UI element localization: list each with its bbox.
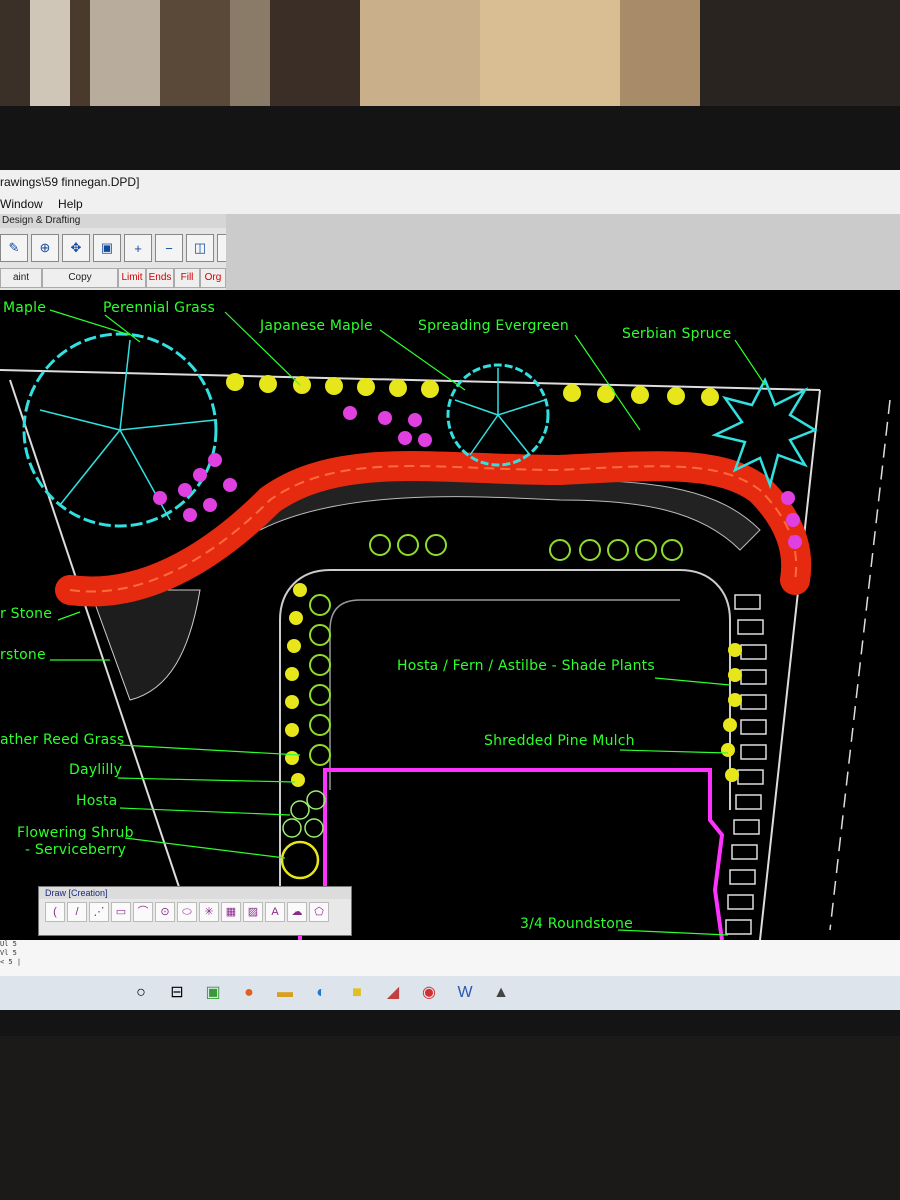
zoom-fit-icon[interactable]: ◫ — [186, 234, 214, 262]
label-hosta: Hosta — [76, 793, 118, 809]
org-label[interactable]: Org — [200, 268, 226, 288]
fill-icon[interactable]: ▨ — [243, 902, 263, 922]
zoom-in-icon[interactable]: + — [124, 234, 152, 262]
curve-icon[interactable]: ⌒ — [133, 902, 153, 922]
command-line-3: < 5 | — [0, 958, 22, 966]
edge-icon[interactable]: ◐ — [306, 981, 336, 1005]
firefox-icon[interactable]: ● — [234, 981, 264, 1005]
circle-icon[interactable]: ⊙ — [155, 902, 175, 922]
desk-surface — [0, 1036, 900, 1200]
redraw-icon[interactable]: ▣ — [93, 234, 121, 262]
stone-patch — [89, 589, 201, 701]
pan-icon[interactable]: ✥ — [62, 234, 90, 262]
landscape-plan — [0, 309, 891, 941]
paint-label[interactable]: aint — [0, 268, 42, 288]
toolbar-title: Design & Drafting — [0, 214, 226, 228]
line-icon[interactable]: / — [67, 902, 87, 922]
windows-taskbar: ○ ⊟ ▣ ● ▬ ◐ ■ ◢ ◉ W ▲ — [0, 976, 900, 1010]
image-icon[interactable]: ▲ — [486, 981, 516, 1005]
label-serviceberry: - Serviceberry — [25, 842, 127, 858]
app2-icon[interactable]: ◢ — [378, 981, 408, 1005]
command-line-1: Ul 5 — [0, 940, 17, 948]
ellipse-icon[interactable]: ⬭ — [177, 902, 197, 922]
command-line-2: Vl 5 — [0, 949, 17, 957]
toolbar-labels: aint Copy Limit Ends Fill Org — [0, 268, 226, 288]
task-view-icon[interactable]: ⊟ — [162, 981, 192, 1005]
polygon-icon[interactable]: ⬠ — [309, 902, 329, 922]
window-title-bar: rawings\59 finnegan.DPD] — [0, 170, 900, 194]
word-icon[interactable]: W — [450, 981, 480, 1005]
walkway-inner — [329, 599, 680, 790]
perennial-grass-row — [226, 373, 719, 406]
draw-creation-toolbar: Draw [Creation] ( / ⋰ ▭ ⌒ ⊙ ⬭ ✳ ▦ ▨ A ☁ … — [38, 886, 352, 936]
house-outline — [298, 768, 725, 941]
folder-icon[interactable]: ▬ — [270, 981, 300, 1005]
cad-drawing-canvas[interactable]: Maple Perennial Grass Japanese Maple Spr… — [0, 290, 900, 941]
paint-brush-icon[interactable]: ✎ — [0, 234, 28, 262]
serviceberry-shrub — [280, 840, 320, 880]
arc-icon[interactable]: ( — [45, 902, 65, 922]
menu-bar: Window Help — [0, 194, 900, 214]
text-icon[interactable]: A — [265, 902, 285, 922]
property-line-top — [0, 369, 821, 391]
rectangle-icon[interactable]: ▭ — [111, 902, 131, 922]
label-feather-reed-grass: ather Reed Grass — [0, 732, 125, 748]
label-roundstone: 3/4 Roundstone — [520, 916, 633, 932]
label-flagstone: rstone — [0, 647, 46, 663]
fill-label[interactable]: Fill — [174, 268, 200, 288]
walkway-outer — [279, 569, 731, 890]
monitor-screen: rawings\59 finnegan.DPD] Window Help Des… — [0, 170, 900, 1010]
hosta-plants — [282, 790, 326, 838]
label-perennial-grass: Perennial Grass — [103, 300, 215, 316]
label-stone: r Stone — [0, 606, 53, 622]
draw-tools: ( / ⋰ ▭ ⌒ ⊙ ⬭ ✳ ▦ ▨ A ☁ ⬠ — [39, 899, 351, 925]
ends-label[interactable]: Ends — [146, 268, 174, 288]
label-flowering-shrub: Flowering Shrub — [17, 825, 134, 841]
window-title: rawings\59 finnegan.DPD] — [0, 175, 140, 189]
label-maple: Maple — [3, 300, 47, 316]
design-drafting-toolbar: Design & Drafting ✎ ⊕ ✥ ▣ + − ◫ ⌕ aint C… — [0, 214, 245, 290]
toolbar-empty-area — [226, 214, 900, 290]
zoom-out-icon[interactable]: − — [155, 234, 183, 262]
menu-window[interactable]: Window — [0, 197, 43, 211]
symbol-icon[interactable]: ☁ — [287, 902, 307, 922]
copy-label[interactable]: Copy — [42, 268, 118, 288]
property-line-right — [759, 389, 821, 941]
label-shade-plants: Hosta / Fern / Astilbe - Shade Plants — [397, 658, 655, 674]
label-serbian-spruce: Serbian Spruce — [622, 326, 732, 342]
toolbar-buttons: ✎ ⊕ ✥ ▣ + − ◫ ⌕ — [0, 234, 245, 262]
hatch-icon[interactable]: ▦ — [221, 902, 241, 922]
polyline-icon[interactable]: ⋰ — [89, 902, 109, 922]
label-shredded-pine-mulch: Shredded Pine Mulch — [484, 733, 635, 749]
label-japanese-maple: Japanese Maple — [260, 318, 373, 334]
chrome-icon[interactable]: ◉ — [414, 981, 444, 1005]
menu-help[interactable]: Help — [58, 197, 83, 211]
notes-icon[interactable]: ■ — [342, 981, 372, 1005]
label-spreading-evergreen: Spreading Evergreen — [418, 318, 569, 334]
app-icon[interactable]: ▣ — [198, 981, 228, 1005]
dashed-line-right — [829, 399, 891, 931]
zoom-window-icon[interactable]: ⊕ — [31, 234, 59, 262]
daylily-row — [285, 583, 742, 787]
point-icon[interactable]: ✳ — [199, 902, 219, 922]
draw-toolbar-title: Draw [Creation] — [39, 887, 351, 899]
command-area[interactable]: Ul 5 Vl 5 < 5 | — [0, 940, 900, 980]
start-circle-icon[interactable]: ○ — [126, 981, 156, 1005]
limit-label[interactable]: Limit — [118, 268, 146, 288]
label-daylily: Daylilly — [69, 762, 123, 778]
